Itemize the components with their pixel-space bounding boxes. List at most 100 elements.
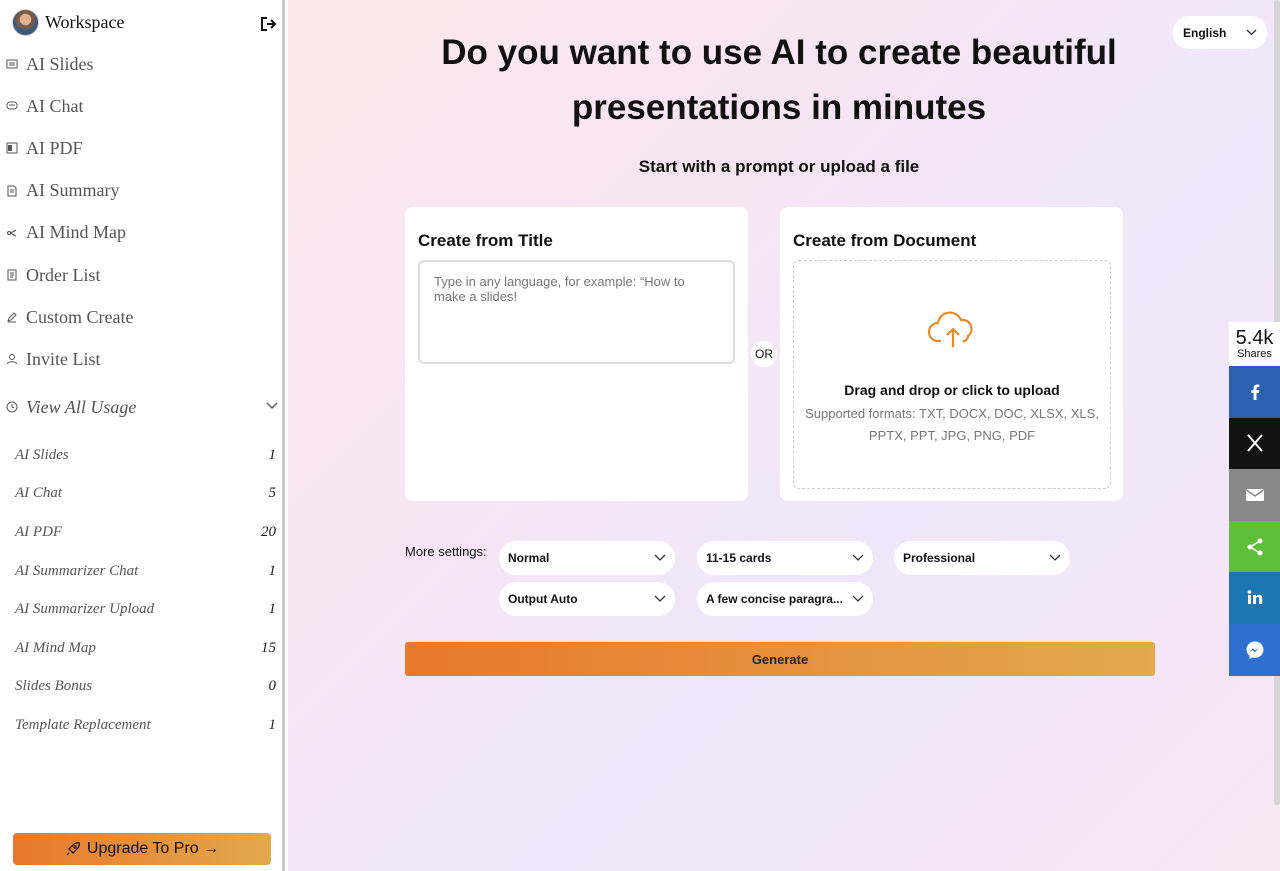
create-from-document-card: Create from Document Drag and drop or cl… [780,207,1123,501]
share-button[interactable] [1229,520,1280,573]
chevron-down-icon [1049,554,1061,561]
share-count: 5.4k Shares [1229,322,1280,366]
page-title: Do you want to use AI to create beautifu… [288,25,1270,135]
usage-row: AI Slides 1 [15,436,276,475]
user-icon [7,354,17,365]
sidebar-item-order-list[interactable]: Order List [6,254,133,296]
share-icon [1247,538,1262,556]
card-count-value: 11-15 cards [706,551,772,565]
usage-row: Template Replacement 1 [15,706,276,745]
messenger-icon [1246,641,1263,659]
rocket-icon [66,842,80,856]
sidebar-item-invite-list[interactable]: Invite List [6,338,133,380]
view-all-usage-label: View All Usage [26,396,137,417]
usage-row: AI PDF 20 [15,513,276,552]
upgrade-to-pro-button[interactable]: Upgrade To Pro → [13,833,271,865]
usage-value: 1 [268,446,277,463]
supported-formats: Supported formats: TXT, DOCX, DOC, XLSX,… [805,406,1099,443]
workspace-header: Workspace [12,8,280,36]
sidebar-item-label: AI Chat [26,95,84,116]
logout-icon[interactable] [260,16,278,32]
sidebar-item-ai-pdf[interactable]: AI PDF [6,127,133,169]
share-count-number: 5.4k [1235,327,1274,349]
headline-line-2: presentations in minutes [571,88,987,127]
facebook-icon [1250,384,1259,400]
pdf-icon [6,142,18,154]
create-from-title-card: Create from Title [405,207,748,501]
sidebar-item-label: AI Mind Map [26,222,126,243]
chevron-down-icon [852,595,864,602]
usage-value: 0 [268,678,277,695]
sidebar-item-label: Order List [26,264,101,285]
headline-line-1: Do you want to use AI to create beautifu… [441,33,1117,72]
pencil-icon [7,312,17,323]
messenger-share-button[interactable] [1229,623,1280,676]
share-bar: 5.4k Shares [1229,322,1280,676]
share-count-label: Shares [1237,348,1272,360]
usage-label: AI Mind Map [15,639,96,656]
usage-value: 1 [268,601,277,618]
linkedin-icon [1247,590,1262,605]
generate-label: Generate [751,651,809,667]
sidebar-item-ai-summary[interactable]: AI Summary [6,170,133,212]
chevron-down-icon [852,554,864,561]
usage-row: AI Mind Map 15 [15,629,276,668]
usage-list: AI Slides 1 AI Chat 5 AI PDF 20 AI Summariz… [15,436,276,745]
card-count-select[interactable]: 11-15 cards [697,541,873,575]
sidebar-item-ai-chat[interactable]: AI Chat [6,85,133,127]
sidebar-item-label: Custom Create [26,306,134,327]
title-prompt-input[interactable] [418,260,735,364]
more-settings-label: More settings: [405,544,487,559]
text-amount-select[interactable]: A few concise paragra... [697,582,873,616]
facebook-share-button[interactable] [1229,366,1280,418]
cloud-upload-icon [927,311,973,347]
usage-label: AI PDF [15,523,63,540]
dropzone-title: Drag and drop or click to upload [844,382,1060,398]
style-select[interactable]: Professional [894,541,1070,575]
sidebar-item-label: AI PDF [26,137,83,158]
sidebar-item-custom-create[interactable]: Custom Create [6,296,133,338]
usage-row: AI Summarizer Chat 1 [15,552,276,591]
output-language-select[interactable]: Output Auto [499,582,675,616]
usage-label: AI Chat [15,485,63,502]
chevron-down-icon [654,554,666,561]
sidebar-item-ai-mind-map[interactable]: AI Mind Map [6,212,133,254]
usage-value: 5 [268,485,277,502]
linkedin-share-button[interactable] [1229,572,1280,624]
chevron-down-icon [654,595,666,602]
usage-label: Template Replacement [15,716,151,733]
chat-icon [6,101,18,110]
usage-value: 20 [261,523,276,540]
x-share-button[interactable] [1229,417,1280,470]
page-subtitle: Start with a prompt or upload a file [638,157,920,176]
workspace-title: Workspace [45,11,125,32]
sidebar: Workspace AI Slides AI Chat AI PDF AI Su… [0,0,285,871]
card-title: Create from Document [793,231,977,250]
usage-label: AI Summarizer Chat [15,562,139,579]
mind-map-icon [7,229,17,237]
main-content: English Do you want to use AI to create … [288,0,1280,871]
or-divider: OR [751,341,777,367]
usage-value: 1 [268,562,277,579]
sidebar-item-ai-slides[interactable]: AI Slides [6,43,133,85]
summary-icon [7,185,17,197]
avatar[interactable] [12,8,39,36]
usage-label: AI Slides [15,446,69,463]
email-share-button[interactable] [1229,469,1280,521]
slides-icon [6,59,18,69]
order-list-icon [7,269,17,281]
sidebar-item-label: AI Summary [26,180,120,201]
x-icon [1246,434,1263,453]
sidebar-item-label: AI Slides [26,53,94,74]
tone-select[interactable]: Normal [499,541,675,575]
view-all-usage-toggle[interactable]: View All Usage [6,392,278,422]
output-value: Output Auto [508,592,578,606]
style-value: Professional [903,551,976,565]
generate-button[interactable]: Generate [405,642,1155,676]
upgrade-label: Upgrade To Pro → [86,840,220,857]
clock-icon [6,401,18,413]
tone-value: Normal [508,551,550,565]
file-dropzone[interactable]: Drag and drop or click to upload Support… [793,260,1111,489]
sidebar-item-label: Invite List [26,348,101,369]
usage-value: 15 [261,639,276,656]
